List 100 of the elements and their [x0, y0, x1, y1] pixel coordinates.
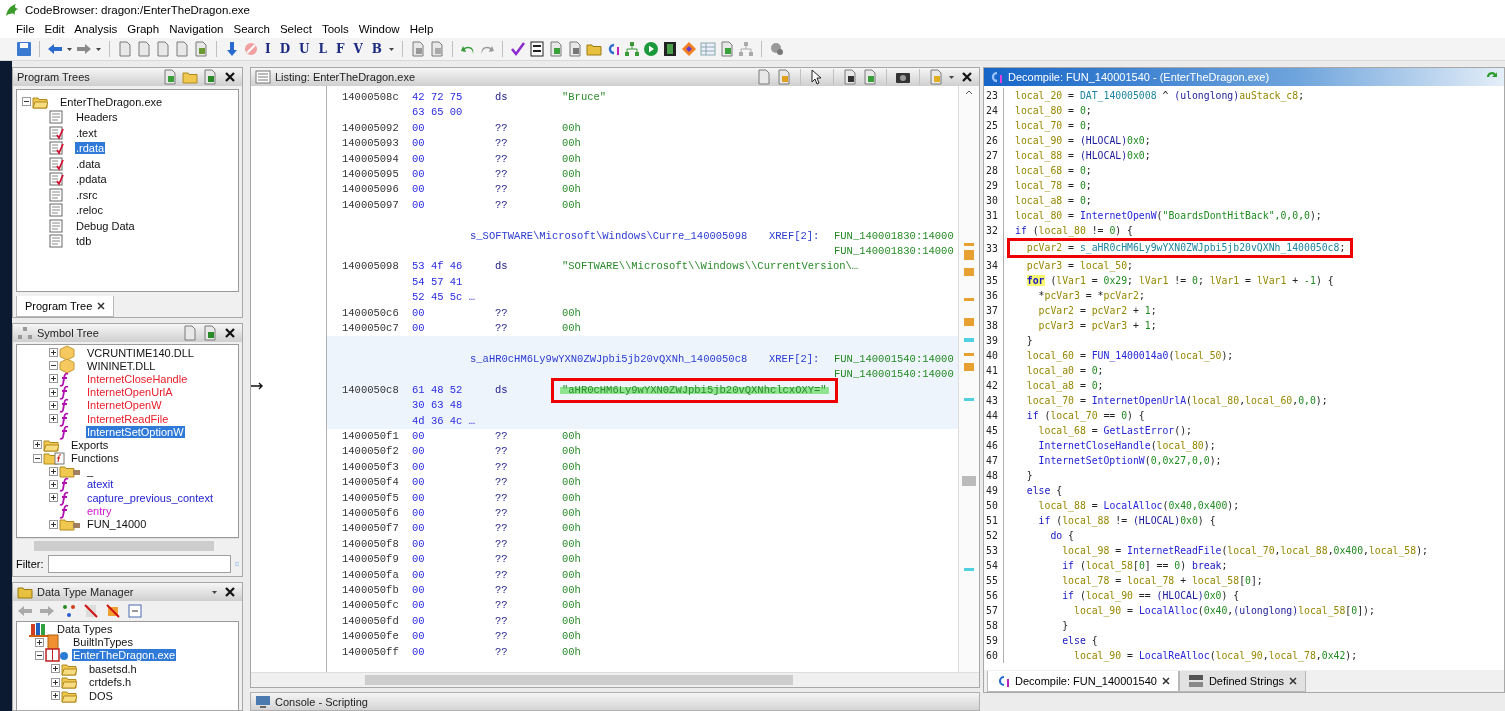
toolbar-button[interactable]: D — [276, 40, 294, 58]
toolbar-button[interactable]: I — [262, 40, 274, 58]
xref-link[interactable]: FUN_140001830:14000 — [834, 244, 954, 260]
toolbar-button[interactable]: F — [332, 40, 348, 58]
tree-item[interactable]: EnterTheDragon.exe — [59, 95, 164, 108]
menu-item[interactable]: Search — [228, 23, 275, 35]
tree-item[interactable]: WININET.DLL — [86, 359, 157, 372]
scrollbar-thumb[interactable] — [34, 541, 214, 551]
close-icon[interactable] — [1161, 677, 1170, 685]
tab[interactable]: Decompile: FUN_140001540 — [987, 671, 1179, 692]
toolbar-button[interactable]: B — [368, 40, 385, 58]
tree-item[interactable]: Functions — [70, 452, 120, 465]
data-label[interactable]: s_aHR0cHM6Ly9wYXN0ZWJpbi5jb20vQXNh_1400050c8 — [470, 351, 769, 368]
toolbar-button[interactable]: L — [315, 40, 330, 58]
expand-toggle[interactable] — [47, 359, 59, 372]
tree-item[interactable]: InternetSetOptionW — [86, 425, 185, 438]
tree-item[interactable]: VCRUNTIME140.DLL — [86, 346, 195, 359]
tree-item[interactable]: FUN_14000 — [86, 518, 148, 531]
tree-item[interactable]: .data — [75, 157, 102, 170]
toolbar-button[interactable]: U — [296, 40, 313, 58]
close-icon[interactable] — [97, 302, 106, 310]
tab[interactable]: Program Tree — [16, 296, 115, 317]
play-icon[interactable] — [642, 41, 659, 57]
left-arrow-icon[interactable] — [47, 41, 63, 57]
menu-item[interactable]: Navigation — [164, 23, 229, 35]
expand-toggle[interactable] — [33, 636, 45, 649]
horizontal-scrollbar[interactable] — [251, 672, 979, 687]
horizontal-scrollbar[interactable] — [16, 538, 239, 553]
menu-item[interactable]: Window — [353, 23, 405, 35]
menu-item[interactable]: Graph — [122, 23, 165, 35]
tree-item[interactable]: tdb — [75, 235, 93, 248]
xref-link[interactable]: FUN_140001830:14000 — [834, 228, 954, 245]
menu-item[interactable]: Analysis — [69, 23, 123, 35]
menu-item[interactable]: Select — [274, 23, 317, 35]
tree-item[interactable]: .text — [75, 126, 98, 139]
tree-item[interactable]: InternetCloseHandle — [86, 372, 189, 385]
down-arrow-icon[interactable] — [224, 41, 240, 57]
expand-toggle[interactable] — [47, 518, 59, 531]
byte-values: 00 — [412, 521, 426, 537]
close-icon[interactable] — [1289, 677, 1298, 685]
tab[interactable]: Defined Strings — [1178, 671, 1307, 692]
checkmark-icon[interactable] — [509, 41, 526, 57]
expand-toggle[interactable] — [49, 662, 61, 675]
data-label[interactable]: s_SOFTWARE\Microsoft\Windows\Curre_140005098 — [470, 228, 769, 245]
expand-toggle[interactable] — [47, 372, 59, 385]
filter-field[interactable] — [47, 555, 231, 573]
speech-bubble-icon[interactable] — [768, 41, 785, 57]
folder-icon[interactable] — [585, 41, 602, 57]
tree-item[interactable]: .rdata — [75, 142, 106, 155]
console-bar[interactable]: Console - Scripting — [250, 692, 980, 711]
xref-link[interactable]: FUN_140001540:14000 — [834, 351, 954, 368]
collapse-icon[interactable] — [127, 603, 143, 619]
tree-item[interactable]: Headers — [75, 111, 119, 124]
tree-item[interactable]: InternetReadFile — [86, 412, 170, 425]
expand-toggle[interactable] — [47, 346, 59, 359]
tree-item[interactable]: capture_previous_context — [86, 491, 214, 504]
operand: 00h — [562, 505, 581, 521]
expand-toggle[interactable] — [49, 689, 61, 702]
crossed-out-icon[interactable] — [83, 603, 99, 619]
toolbar-button[interactable]: V — [350, 40, 366, 58]
tree-item[interactable]: .reloc — [75, 204, 104, 217]
tree-item[interactable]: _ — [86, 465, 95, 478]
tree-item[interactable]: EnterTheDragon.exe — [72, 649, 177, 662]
menu-item[interactable]: Help — [404, 23, 439, 35]
document-icon[interactable] — [842, 69, 858, 85]
tree-item[interactable]: .rsrc — [75, 188, 99, 201]
tree-item[interactable]: atexit — [86, 478, 115, 491]
expand-toggle[interactable] — [47, 412, 59, 425]
expand-toggle[interactable] — [33, 649, 45, 662]
save-icon[interactable] — [16, 41, 32, 57]
film-icon[interactable] — [661, 41, 678, 57]
expand-toggle[interactable] — [31, 452, 43, 465]
menu-item[interactable]: Tools — [316, 23, 354, 35]
tree-item[interactable]: Exports — [70, 438, 110, 451]
tree-item[interactable]: .pdata — [75, 173, 108, 186]
tree-item[interactable]: Data Types — [56, 622, 114, 635]
tree-item[interactable]: crtdefs.h — [88, 676, 133, 689]
expand-toggle[interactable] — [47, 386, 59, 399]
expand-toggle[interactable] — [47, 491, 59, 504]
tree-item[interactable]: InternetOpenUrlA — [86, 386, 174, 399]
expand-toggle[interactable] — [47, 465, 59, 478]
tree-item[interactable]: basetsd.h — [88, 662, 138, 675]
expand-toggle[interactable] — [20, 95, 32, 108]
tree-item[interactable]: InternetOpenW — [86, 399, 163, 412]
menu-item[interactable]: Edit — [39, 23, 70, 35]
tree-item[interactable]: BuiltInTypes — [72, 636, 134, 649]
folder-icon[interactable] — [182, 69, 198, 85]
diamond-icon[interactable] — [680, 41, 697, 57]
tree-item[interactable]: Debug Data — [75, 219, 136, 232]
menu-item[interactable]: File — [11, 23, 40, 35]
crossed-out-icon[interactable] — [105, 603, 121, 619]
expand-toggle[interactable] — [49, 676, 61, 689]
scrollbar-thumb[interactable] — [365, 675, 793, 685]
expand-toggle[interactable] — [47, 478, 59, 491]
expand-toggle[interactable] — [47, 399, 59, 412]
tree-item[interactable]: entry — [86, 504, 113, 517]
expand-toggle[interactable] — [31, 438, 43, 451]
binary-document-icon[interactable] — [528, 41, 545, 57]
operand: 00h — [562, 552, 581, 568]
tree-item[interactable]: DOS — [88, 689, 114, 702]
